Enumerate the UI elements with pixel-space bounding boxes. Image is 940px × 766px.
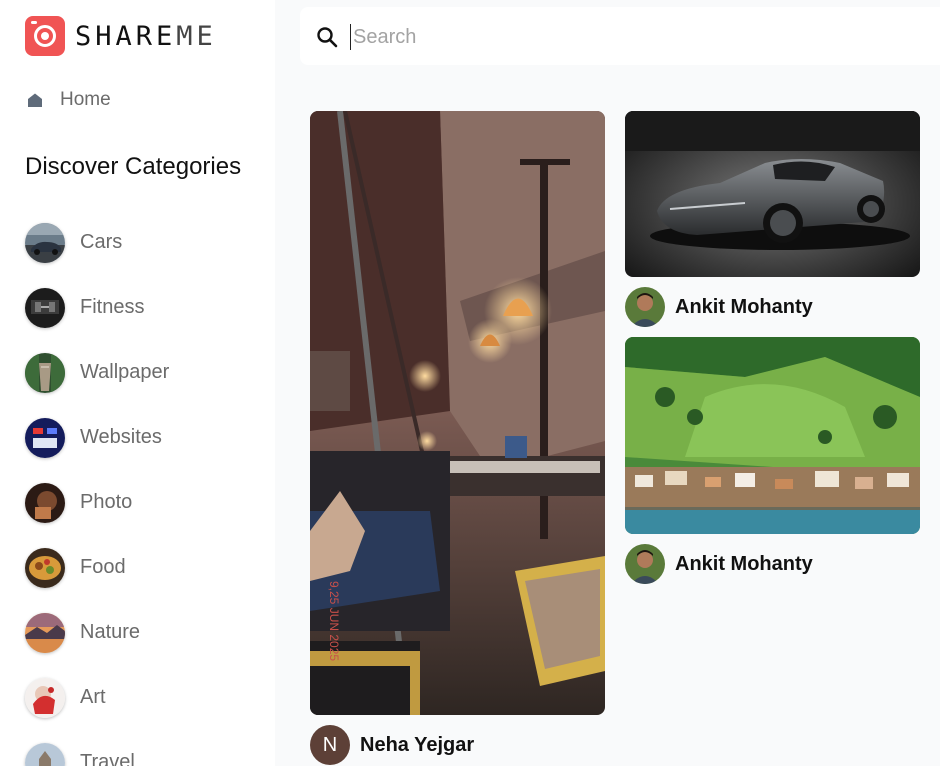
category-item-travel[interactable]: Travel <box>25 730 169 766</box>
pin-card[interactable]: Ankit Mohanty <box>625 337 920 584</box>
nature-thumbnail-icon <box>25 612 65 653</box>
category-label: Nature <box>80 621 141 643</box>
pin-card[interactable]: 9,25 JUN 2025 N Neha Yejgar <box>310 111 605 765</box>
nav-home-label: Home <box>60 89 111 110</box>
nav-home[interactable]: Home <box>25 88 111 112</box>
author-avatar <box>625 287 665 327</box>
category-item-websites[interactable]: Websites <box>25 405 169 470</box>
brand-wordmark: SHAREME <box>75 21 217 52</box>
search-icon[interactable] <box>316 26 338 48</box>
category-label: Photo <box>80 491 133 513</box>
search-input[interactable] <box>350 24 930 50</box>
brand-logo[interactable]: SHAREME <box>25 16 217 56</box>
search-bar <box>300 7 940 65</box>
pin-card[interactable]: Ankit Mohanty <box>625 111 920 327</box>
brand-name-light: ME <box>176 20 217 52</box>
pin-author[interactable]: N Neha Yejgar <box>310 725 474 765</box>
food-thumbnail-icon <box>25 547 65 588</box>
art-thumbnail-icon <box>25 677 65 718</box>
category-item-art[interactable]: Art <box>25 665 169 730</box>
category-label: Art <box>80 686 106 708</box>
websites-thumbnail-icon <box>25 417 65 458</box>
pin-image-hillside-village[interactable] <box>625 337 920 534</box>
category-label: Food <box>80 556 126 578</box>
category-item-wallpaper[interactable]: Wallpaper <box>25 340 169 405</box>
category-label: Websites <box>80 426 162 448</box>
category-item-cars[interactable]: Cars <box>25 210 169 275</box>
camera-logo-icon <box>25 16 65 56</box>
sidebar: SHAREME Home Discover Categories Cars Fi… <box>0 0 275 766</box>
category-item-food[interactable]: Food <box>25 535 169 600</box>
fitness-thumbnail-icon <box>25 287 65 328</box>
category-label: Wallpaper <box>80 361 170 383</box>
photo-thumbnail-icon <box>25 482 65 523</box>
author-avatar: N <box>310 725 350 765</box>
wallpaper-thumbnail-icon <box>25 352 65 393</box>
travel-thumbnail-icon <box>25 742 65 766</box>
category-label: Cars <box>80 231 123 253</box>
cars-thumbnail-icon <box>25 222 65 263</box>
category-item-nature[interactable]: Nature <box>25 600 169 665</box>
pin-image-restaurant-interior[interactable]: 9,25 JUN 2025 <box>310 111 605 715</box>
category-item-photo[interactable]: Photo <box>25 470 169 535</box>
category-label: Travel <box>80 751 135 766</box>
author-name: Ankit Mohanty <box>675 295 813 318</box>
brand-name-bold: SHARE <box>75 20 177 52</box>
pin-author[interactable]: Ankit Mohanty <box>625 544 813 584</box>
categories-heading: Discover Categories <box>25 153 242 180</box>
category-list: Cars Fitness Wallpaper Websites Photo Fo… <box>25 210 169 766</box>
author-name: Ankit Mohanty <box>675 552 813 575</box>
svg-text:9,25 JUN 2025: 9,25 JUN 2025 <box>327 581 341 661</box>
category-label: Fitness <box>80 296 145 318</box>
category-item-fitness[interactable]: Fitness <box>25 275 169 340</box>
author-avatar <box>625 544 665 584</box>
pin-image-sports-car[interactable] <box>625 111 920 277</box>
pin-author[interactable]: Ankit Mohanty <box>625 287 813 327</box>
author-name: Neha Yejgar <box>360 733 475 756</box>
app-root: SHAREME Home Discover Categories Cars Fi… <box>0 0 940 766</box>
home-icon <box>28 93 42 107</box>
